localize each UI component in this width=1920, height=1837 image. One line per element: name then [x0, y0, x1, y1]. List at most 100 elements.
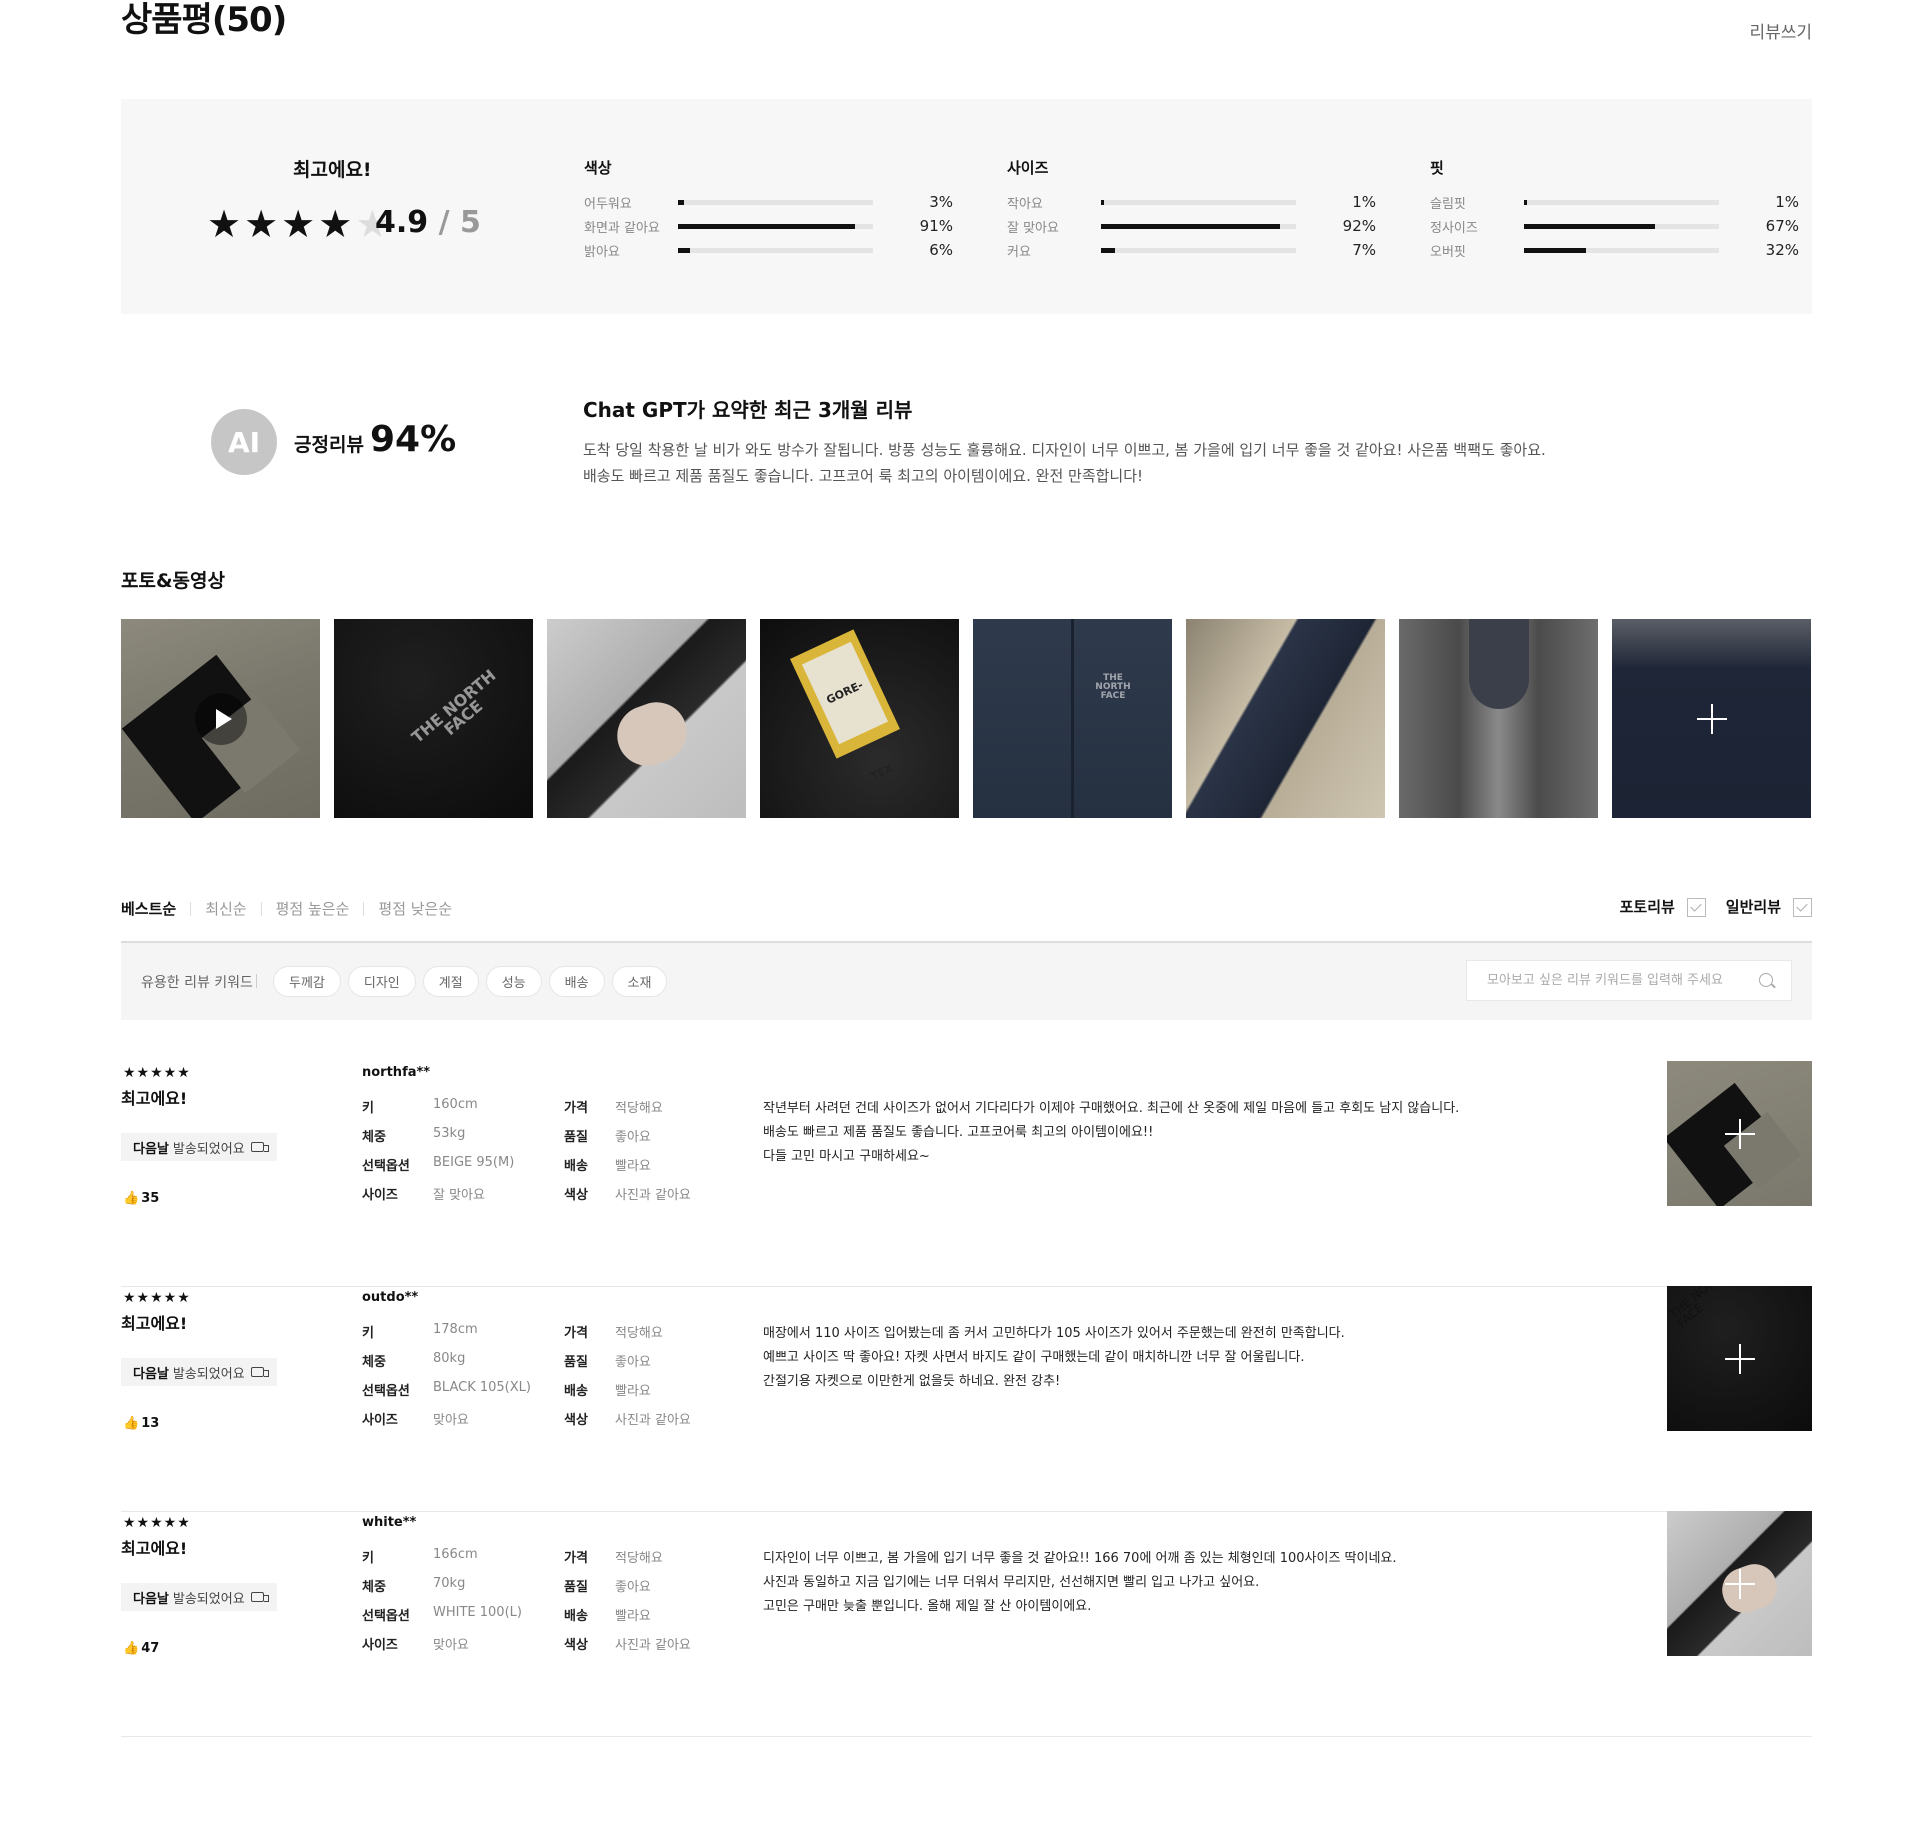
photo-thumbnail[interactable]: THE NORTH FACE	[973, 619, 1172, 818]
spec-label: 선택옵션	[362, 1384, 410, 1399]
checkbox-icon[interactable]	[1793, 898, 1812, 917]
spec-label: 색상	[564, 1413, 588, 1428]
rating-bar	[678, 199, 873, 205]
gore-tex-tag: GORE-TEX	[801, 641, 895, 783]
review-text-line: 사진과 동일하고 지금 입기에는 너무 더워서 무리지만, 선선해지면 빨리 입…	[763, 1575, 1260, 1590]
keyword-chip[interactable]: 디자인	[347, 966, 416, 997]
photo-thumbnail-video[interactable]	[121, 619, 320, 818]
star-icon: ★	[281, 202, 316, 246]
rating-row: 작아요 1%	[1007, 190, 1377, 214]
rating-summary: 최고에요! ★ ★ ★ ★ ★ 4.9 / 5 색상 어두워요 3% 화면과 같아…	[121, 99, 1812, 314]
sort-latest[interactable]: 최신순	[205, 898, 246, 919]
write-review-link[interactable]: 리뷰쓰기	[1749, 18, 1812, 43]
rating-row: 오버핏 32%	[1430, 238, 1800, 262]
spec-label: 사이즈	[362, 1638, 398, 1653]
checkbox-icon[interactable]	[1686, 898, 1706, 917]
rating-row-percent: 91%	[919, 217, 953, 235]
rating-row-percent: 7%	[1352, 241, 1376, 259]
general-review-filter[interactable]: 일반리뷰	[1726, 896, 1812, 917]
plus-icon[interactable]	[1696, 703, 1727, 734]
plus-icon[interactable]	[1724, 1343, 1755, 1374]
photo-thumbnail-more[interactable]	[1612, 619, 1811, 818]
rating-value: 4.9	[375, 205, 429, 240]
rating-group-title: 핏	[1430, 159, 1444, 177]
rating-total: / 5	[438, 205, 481, 240]
spec-label: 선택옵션	[362, 1159, 410, 1174]
like-button[interactable]: 👍 35	[123, 1191, 159, 1206]
spec-label: 사이즈	[362, 1413, 398, 1428]
photo-thumbnail[interactable]	[1186, 619, 1385, 818]
brand-logo-text: THE NORTH FACE	[407, 665, 500, 747]
plus-icon[interactable]	[1724, 1118, 1755, 1149]
thumbs-up-icon: 👍	[123, 1416, 140, 1431]
review-text-line: 매장에서 110 사이즈 입어봤는데 좀 커서 고민하다가 105 사이즈가 있…	[763, 1326, 1345, 1341]
rating-bar	[1101, 199, 1296, 205]
thumbs-up-icon: 👍	[123, 1641, 140, 1656]
rating-row: 슬림핏 1%	[1430, 190, 1800, 214]
like-button[interactable]: 👍 47	[123, 1641, 159, 1656]
review-type-filters: 포토리뷰 일반리뷰	[1620, 896, 1812, 917]
keyword-chip[interactable]: 성능	[485, 966, 542, 997]
spec-value: 적당해요	[615, 1101, 663, 1116]
review-text-line: 다들 고민 마시고 구매하세요~	[763, 1149, 930, 1164]
photo-review-filter[interactable]: 포토리뷰	[1620, 896, 1706, 917]
like-button[interactable]: 👍 13	[123, 1416, 159, 1431]
rating-bar-fill	[1101, 247, 1115, 253]
review-photo[interactable]: THE NORTH FACE	[1667, 1286, 1812, 1431]
photo-thumbnail[interactable]	[1399, 619, 1598, 818]
rating-row-label: 어두워요	[584, 196, 632, 212]
ai-badge: AI	[211, 409, 277, 475]
spec-value: 160cm	[433, 1097, 478, 1112]
spec-value: BLACK 105(XL)	[433, 1380, 531, 1395]
rating-bar-fill	[1101, 223, 1281, 229]
rating-row-label: 슬림핏	[1430, 196, 1466, 212]
spec-label: 키	[362, 1326, 374, 1341]
thumbs-up-icon: 👍	[123, 1191, 140, 1206]
photo-thumbnail[interactable]	[547, 619, 746, 818]
spec-value: 잘 맞아요	[433, 1188, 485, 1203]
spec-label: 품질	[564, 1355, 588, 1370]
spec-label: 체중	[362, 1355, 386, 1370]
play-icon[interactable]	[195, 693, 247, 745]
brand-logo-icon: THE NORTH FACE	[392, 653, 525, 772]
rating-score: 4.9 / 5	[375, 205, 481, 240]
rating-row-percent: 1%	[1775, 193, 1799, 211]
plus-icon[interactable]	[1724, 1568, 1755, 1599]
sort-rating-low[interactable]: 평점 낮은순	[378, 898, 452, 919]
sort-rating-high[interactable]: 평점 높은순	[276, 898, 350, 919]
review-text-line: 간절기용 자켓으로 이만한게 없을듯 하네요. 완전 강추!	[763, 1374, 1061, 1389]
rating-row-percent: 6%	[929, 241, 953, 259]
reviewer-name: white**	[362, 1515, 417, 1530]
review-photo[interactable]	[1667, 1511, 1812, 1656]
spec-label: 가격	[564, 1101, 588, 1116]
review-photo[interactable]	[1667, 1061, 1812, 1206]
spec-label: 배송	[564, 1159, 588, 1174]
spec-value: 사진과 같아요	[615, 1413, 691, 1428]
keyword-search-input[interactable]	[1485, 972, 1749, 989]
spec-value: 178cm	[433, 1322, 478, 1337]
rating-row-percent: 1%	[1352, 193, 1376, 211]
photo-review-label: 포토리뷰	[1619, 898, 1675, 916]
spec-value: 빨라요	[615, 1609, 651, 1624]
spec-label: 키	[362, 1101, 374, 1116]
rating-row: 잘 맞아요 92%	[1007, 214, 1377, 238]
spec-label: 체중	[362, 1580, 386, 1595]
shipping-badge-bold: 다음날	[133, 1366, 169, 1382]
review-text-line: 고민은 구매만 늦출 뿐입니다. 올해 제일 잘 산 아이템이에요.	[763, 1599, 1092, 1614]
review-stars: ★★★★★	[123, 1515, 191, 1531]
photo-gallery: THE NORTH FACE GORE-TEX THE NORTH FACE	[121, 619, 1811, 818]
photo-thumbnail[interactable]: THE NORTH FACE	[334, 619, 533, 818]
sort-best[interactable]: 베스트순	[121, 898, 176, 919]
keyword-chip[interactable]: 배송	[548, 966, 605, 997]
search-icon[interactable]	[1759, 973, 1773, 987]
keyword-chip[interactable]: 소재	[611, 966, 668, 997]
shipping-badge: 다음날 발송되었어요	[121, 1133, 277, 1161]
keyword-chip[interactable]: 두께감	[273, 966, 341, 997]
keyword-chip[interactable]: 계절	[422, 966, 479, 997]
shipping-badge-text: 발송되었어요	[172, 1366, 245, 1382]
review-text: 매장에서 110 사이즈 입어봤는데 좀 커서 고민하다가 105 사이즈가 있…	[763, 1322, 1463, 1394]
review-item: ★★★★★ 최고에요! 다음날 발송되었어요 👍 35 northfa** 키 160…	[121, 1061, 1812, 1287]
rating-bar-fill	[678, 223, 856, 229]
review-item: ★★★★★ 최고에요! 다음날 발송되었어요 👍 47 white** 키 166cm…	[121, 1511, 1812, 1737]
photo-thumbnail[interactable]: GORE-TEX	[760, 619, 959, 818]
